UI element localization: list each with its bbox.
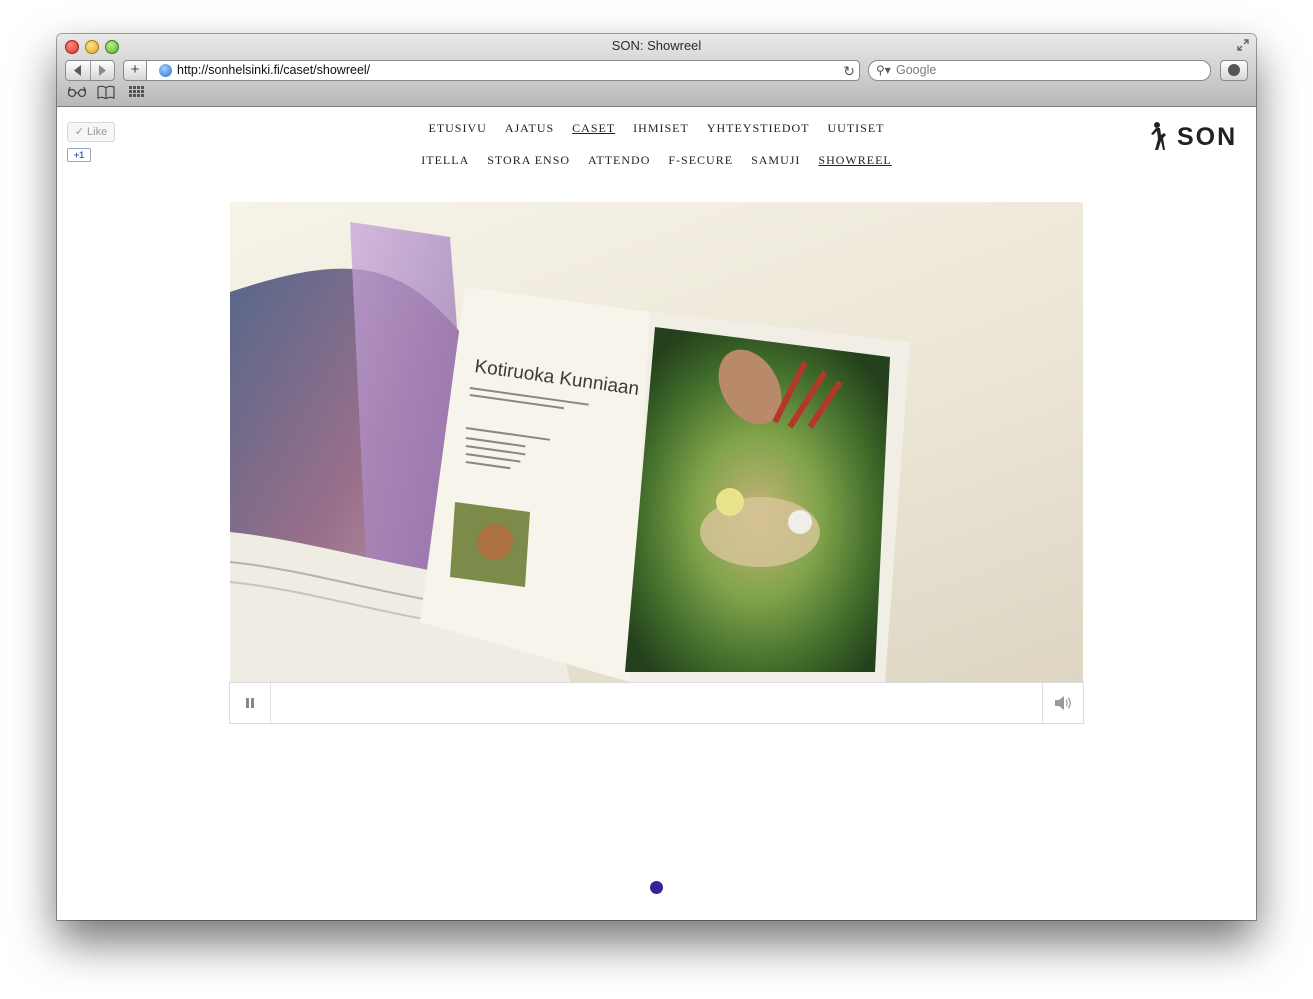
search-placeholder: Google: [896, 63, 937, 77]
nav-item-uutiset[interactable]: UUTISET: [828, 121, 885, 135]
video-controls: [229, 682, 1084, 724]
subnav-item-samuji[interactable]: SAMUJI: [751, 153, 800, 167]
top-sites-icon[interactable]: [129, 85, 145, 99]
subnav-item-stora-enso[interactable]: STORA ENSO: [487, 153, 570, 167]
video-frame: Kotiruoka Kunniaan: [230, 222, 910, 682]
page-content: ✓ Like +1 ETUSIVU AJATUS CASET IHMISET Y…: [57, 107, 1256, 920]
search-icon: ⚲▾: [876, 63, 891, 77]
bookmarks-icon[interactable]: [97, 85, 115, 99]
download-icon: [1228, 64, 1240, 76]
back-icon[interactable]: [73, 65, 83, 76]
nav-item-ihmiset[interactable]: IHMISET: [633, 121, 689, 135]
figure-logo-icon: [1151, 122, 1166, 150]
forward-icon[interactable]: [97, 65, 107, 76]
subnav-item-showreel[interactable]: SHOWREEL: [818, 153, 891, 167]
fullscreen-icon[interactable]: [1236, 38, 1250, 52]
speaker-icon: [1055, 696, 1071, 710]
reading-list-icon[interactable]: [67, 85, 87, 99]
sub-navigation: ITELLA STORA ENSO ATTENDO F-SECURE SAMUJ…: [57, 153, 1256, 168]
subnav-item-f-secure[interactable]: F-SECURE: [668, 153, 733, 167]
browser-window: SON: Showreel + http://sonhelsinki.fi/ca…: [57, 34, 1256, 920]
main-navigation: ETUSIVU AJATUS CASET IHMISET YHTEYSTIEDO…: [57, 121, 1256, 136]
nav-item-etusivu[interactable]: ETUSIVU: [428, 121, 486, 135]
nav-item-caset[interactable]: CASET: [572, 121, 615, 135]
pager-dot[interactable]: [650, 881, 663, 894]
logo-text: SON: [1177, 123, 1238, 151]
window-title: SON: Showreel: [611, 38, 702, 53]
nav-item-yhteystiedot[interactable]: YHTEYSTIEDOT: [707, 121, 810, 135]
pause-button[interactable]: [230, 683, 271, 723]
search-field[interactable]: ⚲▾ Google: [868, 60, 1211, 81]
subnav-item-itella[interactable]: ITELLA: [421, 153, 469, 167]
downloads-button[interactable]: [1220, 60, 1248, 81]
showreel-video[interactable]: Kotiruoka Kunniaan: [230, 202, 1083, 682]
new-tab-button[interactable]: +: [123, 60, 147, 81]
address-bar[interactable]: http://sonhelsinki.fi/caset/showreel/ ↻: [146, 60, 860, 81]
pause-icon: [246, 698, 249, 708]
reload-icon[interactable]: ↻: [843, 63, 855, 80]
url-text[interactable]: http://sonhelsinki.fi/caset/showreel/: [177, 63, 370, 77]
nav-item-ajatus[interactable]: AJATUS: [505, 121, 554, 135]
browser-titlebar: SON: Showreel + http://sonhelsinki.fi/ca…: [57, 34, 1256, 107]
subnav-item-attendo[interactable]: ATTENDO: [588, 153, 650, 167]
volume-button[interactable]: [1042, 683, 1083, 723]
globe-icon: [159, 64, 172, 77]
back-forward-buttons: [65, 60, 115, 81]
